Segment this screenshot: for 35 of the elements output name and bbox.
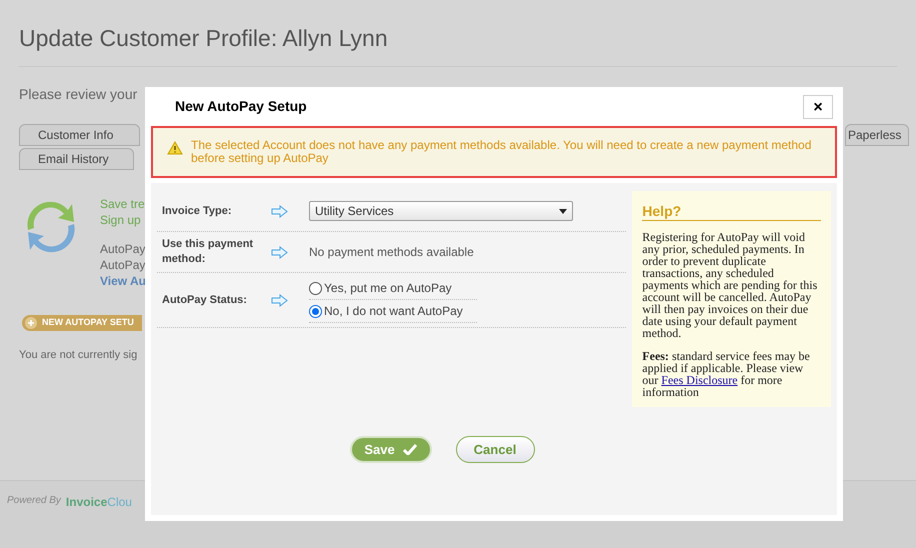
fees-text: Fees: standard service fees may be applied if applicable. Please view our Fees Disclosure for more information — [642, 350, 811, 398]
radio-option[interactable]: No, I do not want AutoPay — [309, 300, 477, 323]
radio-option[interactable]: Yes, put me on AutoPay — [309, 277, 477, 300]
arrow-icon — [271, 294, 288, 306]
tab[interactable]: Paperless — [845, 124, 909, 146]
powered-by-text: Powered By — [7, 494, 61, 508]
plus-icon — [25, 317, 37, 329]
intro-text: Please review your — [18, 85, 138, 104]
fees-disclosure-link[interactable]: Fees Disclosure — [661, 373, 738, 387]
arrow-icon — [271, 204, 288, 218]
tab[interactable]: Customer Info — [19, 124, 140, 146]
field-label: AutoPay Status: — [161, 292, 248, 308]
radio-button[interactable] — [309, 282, 322, 294]
checkmark-icon — [402, 444, 417, 455]
warning-icon — [167, 141, 183, 155]
arrow-icon — [271, 246, 288, 258]
field-value: No payment methods available — [309, 244, 474, 261]
dropdown-caret-icon — [559, 208, 567, 214]
close-button[interactable]: × — [803, 94, 833, 118]
alert-message: The selected Account does not have any payment methods available. You will need to create a new payment method before setting up AutoPay — [191, 139, 812, 165]
help-title: Help? — [642, 203, 821, 221]
status-text: You are not currently sig — [19, 348, 138, 363]
info-text: AutoPay — [100, 241, 146, 257]
invoice-type-select[interactable]: Utility Services — [309, 201, 573, 221]
radio-button[interactable] — [309, 304, 322, 318]
tab[interactable]: Email History — [19, 148, 134, 170]
field-label: Use this payment method: — [161, 237, 254, 267]
promo-text: Save tre — [100, 196, 146, 212]
promo-text: Sign up — [100, 212, 142, 228]
dialog-title: New AutoPay Setup — [175, 97, 307, 116]
info-text: AutoPay — [100, 257, 146, 273]
brand-logo: InvoiceClou — [66, 494, 132, 511]
field-label: Invoice Type: — [161, 204, 232, 218]
help-text: Registering for AutoPay will void any prior, scheduled payments. In order to prevent duplicate transactions, any scheduled payments which are pending for this account will be cancelled. AutoPay will then pay invoices on their due date using your default payment method. — [642, 231, 818, 339]
page-title: Update Customer Profile: Allyn Lynn — [19, 24, 389, 52]
